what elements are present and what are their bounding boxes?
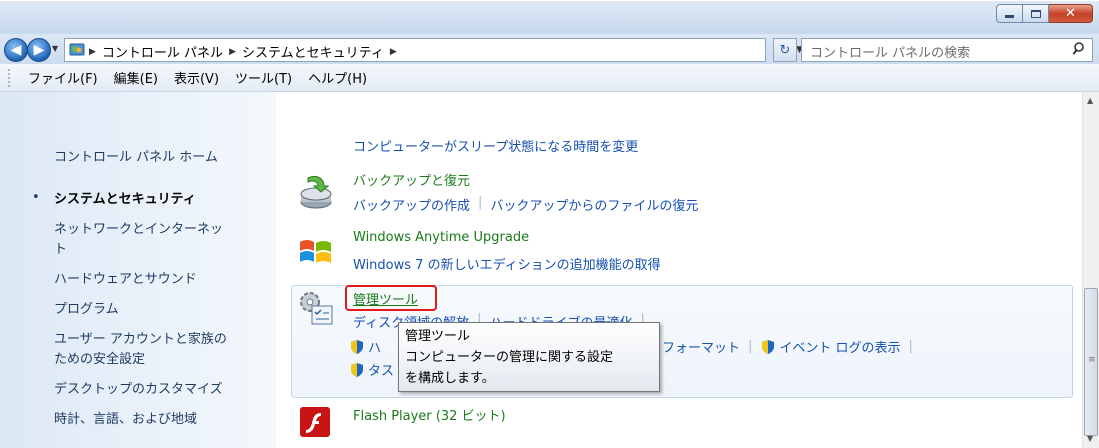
scroll-down-icon[interactable]: ▼ [1087,434,1093,443]
uac-shield-icon [351,362,363,377]
refresh-icon: ↻ [779,42,791,58]
menu-grip [8,68,14,87]
uac-shield-icon [762,339,775,354]
search-input[interactable]: コントロール パネルの検索 [801,38,1093,62]
admin-tools-icon [300,292,333,325]
breadcrumb-arrow-icon[interactable]: ▶ [390,47,397,57]
vertical-scrollbar[interactable]: ▲ ≡ ▼ [1082,92,1099,448]
sidebar-item-network[interactable]: ネットワークとインターネッ [54,220,223,240]
flash-player-icon [300,407,330,437]
minimize-icon [1005,15,1014,18]
event-log-link[interactable]: イベント ログの表示 [779,337,900,356]
content-area: コントロール パネル ホーム • システムとセキュリティ ネットワークとインター… [0,92,1099,448]
uac-shield-icon [351,339,363,354]
forward-button[interactable]: ▶ [27,38,51,62]
tooltip: 管理ツール コンピューターの管理に関する設定 を構成します。 [398,322,660,392]
forward-arrow-icon: ▶ [33,42,45,58]
search-icon[interactable] [1072,41,1088,57]
control-panel-icon [69,43,85,56]
active-bullet-icon: • [32,190,40,205]
close-button[interactable]: ✕ [1049,4,1093,23]
sleep-settings-link[interactable]: コンピューターがスリープ状態になる時間を変更 [353,136,638,155]
sidebar-item-control-panel-home[interactable]: コントロール パネル ホーム [54,148,218,168]
refresh-button[interactable]: ↻ [773,38,797,62]
recent-pages-dropdown-icon[interactable]: ▼ [52,44,58,53]
admin-links-row3: タス [349,360,394,379]
anytime-upgrade-link[interactable]: Windows 7 の新しいエディションの追加機能の取得 [353,254,661,273]
window-controls: ✕ [996,4,1093,23]
partition-link[interactable]: ハ [368,337,381,356]
main-pane: コンピューターがスリープ状態になる時間を変更 バックアップと復元 バックアップの… [276,92,1082,448]
scrollbar-thumb[interactable]: ≡ [1084,288,1098,436]
restore-files-link[interactable]: バックアップからのファイルの復元 [490,195,698,214]
address-bar[interactable]: ▶ コントロール パネル ▶ システムとセキュリティ ▶ ▼ [64,38,803,62]
maximize-button[interactable] [1023,4,1049,23]
admin-links-row2: ハ [349,337,381,356]
breadcrumb: ▶ コントロール パネル ▶ システムとセキュリティ ▶ [89,42,397,61]
backup-links: バックアップの作成 | バックアップからのファイルの復元 [353,195,698,214]
menu-tools[interactable]: ツール(T) [227,68,300,87]
sidebar: コントロール パネル ホーム • システムとセキュリティ ネットワークとインター… [0,92,276,448]
scroll-up-icon[interactable]: ▲ [1087,96,1093,105]
minimize-button[interactable] [996,4,1023,23]
sidebar-item-user-accounts[interactable]: ユーザー アカウントと家族の [54,330,227,350]
breadcrumb-arrow-icon[interactable]: ▶ [89,47,96,57]
back-arrow-icon: ◀ [10,42,22,58]
search-placeholder: コントロール パネルの検索 [810,46,971,61]
breadcrumb-system-security[interactable]: システムとセキュリティ [242,42,384,61]
title-bar: ✕ [0,0,1099,34]
highlight-box [345,285,437,311]
menu-help[interactable]: ヘルプ(H) [300,68,375,87]
flash-player-heading[interactable]: Flash Player (32 ビット) [353,405,506,424]
windows-logo-icon [300,240,331,263]
tooltip-title: 管理ツール [405,329,471,344]
task-scheduler-link[interactable]: タス [368,360,394,379]
backup-restore-heading[interactable]: バックアップと復元 [353,170,470,189]
anytime-upgrade-heading[interactable]: Windows Anytime Upgrade [353,230,529,245]
format-link[interactable]: フォーマット [662,337,740,356]
close-icon: ✕ [1065,6,1076,21]
address-toolbar: ◀ ▶ ▼ ▶ コントロール パネル ▶ システムとセキュリティ ▶ ▼ ↻ コ… [0,34,1099,64]
menu-view[interactable]: 表示(V) [166,68,227,87]
breadcrumb-control-panel[interactable]: コントロール パネル [102,42,223,61]
separator: | [908,339,913,354]
menu-bar: ファイル(F) 編集(E) 表示(V) ツール(T) ヘルプ(H) [0,64,1099,92]
separator: | [478,195,483,210]
backup-restore-icon [300,175,332,209]
admin-links-row2-right: フォーマット | イベント ログの表示 | [662,337,921,356]
sidebar-item-network-cont[interactable]: ト [54,240,67,260]
sidebar-item-system-security: システムとセキュリティ [54,192,196,207]
create-backup-link[interactable]: バックアップの作成 [353,195,470,214]
maximize-icon [1030,9,1041,18]
menu-file[interactable]: ファイル(F) [20,68,106,87]
sidebar-item-user-accounts-cont[interactable]: ための安全設定 [54,350,145,370]
sidebar-item-appearance[interactable]: デスクトップのカスタマイズ [54,380,223,400]
menu-edit[interactable]: 編集(E) [106,68,166,87]
sidebar-item-programs[interactable]: プログラム [54,300,119,320]
tooltip-line2: を構成します。 [405,371,495,386]
scroll-grip-icon: ≡ [1088,355,1096,365]
back-button[interactable]: ◀ [4,38,28,62]
sidebar-item-clock-language[interactable]: 時計、言語、および地域 [54,410,197,430]
breadcrumb-arrow-icon[interactable]: ▶ [229,47,236,57]
separator: | [748,339,753,354]
sidebar-item-hardware[interactable]: ハードウェアとサウンド [54,270,197,290]
tooltip-line1: コンピューターの管理に関する設定 [405,350,614,365]
